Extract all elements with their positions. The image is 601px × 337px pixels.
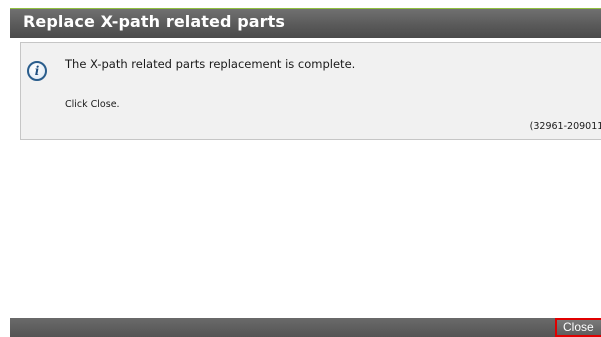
instruction-text: Click Close. bbox=[65, 99, 120, 110]
close-button[interactable]: Close bbox=[555, 318, 601, 337]
message-code: (32961-209011) bbox=[529, 121, 601, 132]
message-panel: i The X-path related parts replacement i… bbox=[20, 42, 601, 140]
footer-bar: Close bbox=[10, 318, 601, 337]
message-text: The X-path related parts replacement is … bbox=[65, 57, 356, 71]
dialog-window: Replace X-path related parts i The X-pat… bbox=[10, 0, 601, 337]
info-icon: i bbox=[27, 61, 47, 81]
dialog-title: Replace X-path related parts bbox=[23, 12, 286, 31]
title-bar: Replace X-path related parts bbox=[10, 8, 601, 38]
